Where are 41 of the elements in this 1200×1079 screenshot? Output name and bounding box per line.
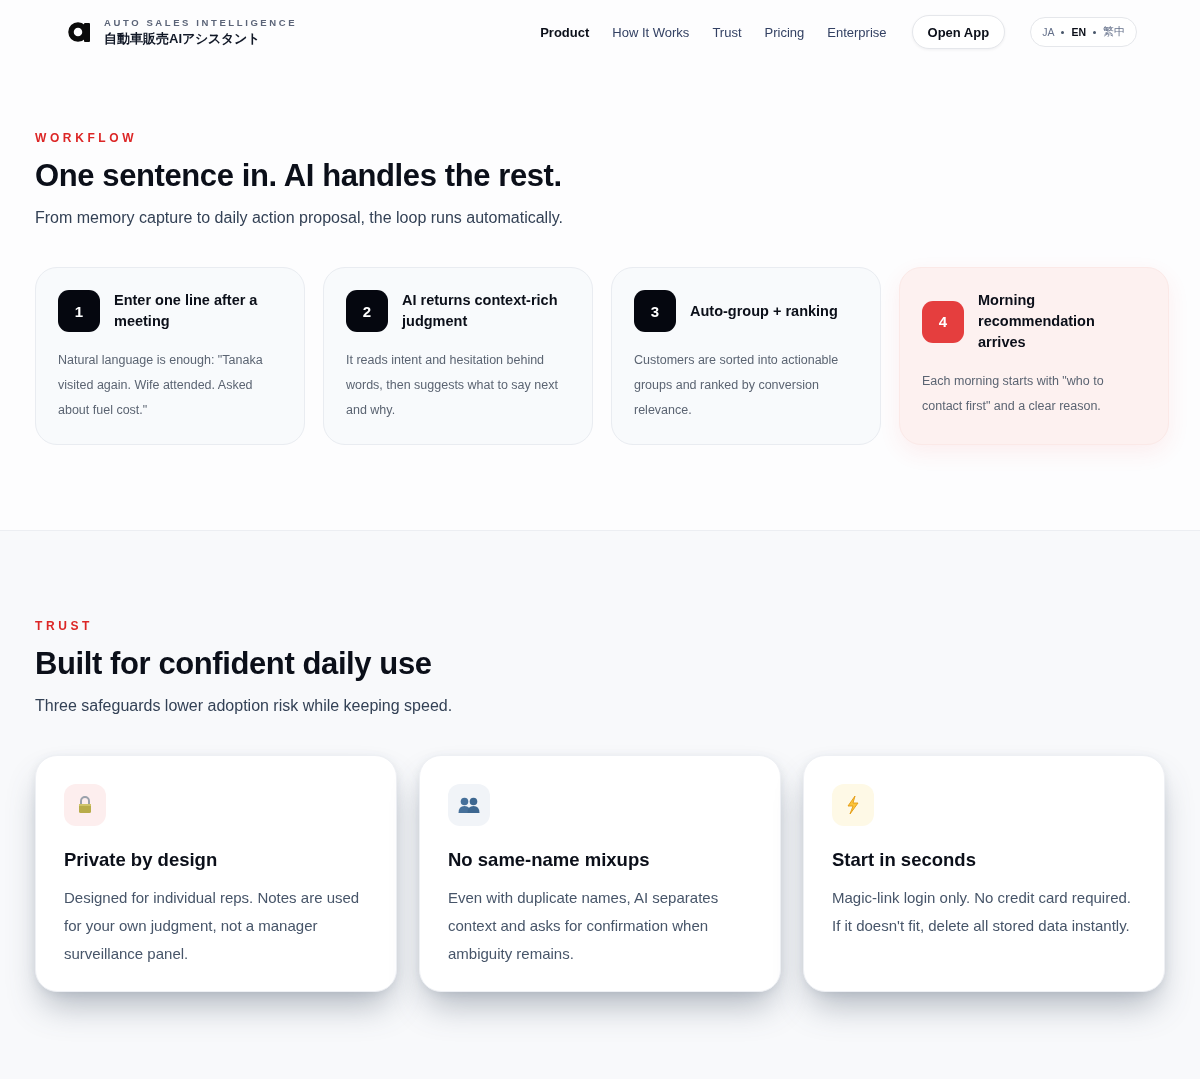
feature-description: Designed for individual reps. Notes are used for your own judgment, not a manager surveillance panel. bbox=[64, 888, 361, 964]
step-description: Each morning starts with "who to contact first" and a clear reason. bbox=[922, 373, 1105, 415]
lightning-bolt-icon bbox=[832, 784, 874, 826]
people-icon bbox=[448, 784, 490, 826]
nav-link[interactable]: Pricing bbox=[764, 24, 805, 40]
nav-link[interactable]: How It Works bbox=[612, 24, 690, 40]
language-option[interactable]: JA bbox=[1042, 26, 1055, 38]
lock-icon bbox=[64, 784, 106, 826]
step-title: Auto-group + ranking bbox=[690, 301, 838, 321]
feature-title: Private by design bbox=[64, 848, 219, 872]
section-eyebrow: WORKFLOW bbox=[35, 131, 139, 145]
nav-link[interactable]: Trust bbox=[712, 24, 742, 40]
section-eyebrow: TRUST bbox=[35, 619, 94, 633]
separator-dot-icon bbox=[1061, 30, 1065, 34]
feature-description: Even with duplicate names, AI separates context and asks for confirmation when ambiguity remains. bbox=[448, 888, 720, 964]
step-number-badge: 3 bbox=[634, 290, 676, 332]
step-description: It reads intent and hesitation behind words, then suggests what to say next and why. bbox=[346, 352, 559, 419]
step-title: Enter one line after a meeting bbox=[114, 291, 259, 331]
feature-title: Start in seconds bbox=[832, 848, 977, 872]
feature-title: No same-name mixups bbox=[448, 848, 651, 872]
separator-dot-icon bbox=[1093, 30, 1096, 34]
step-description: Customers are sorted into actionable groups and ranked by conversion relevance. bbox=[634, 352, 840, 419]
step-title: AI returns context-rich judgment bbox=[402, 291, 559, 331]
nav-link[interactable]: Product bbox=[540, 24, 590, 40]
nav-link[interactable]: Enterprise bbox=[827, 24, 887, 40]
step-number-badge: 2 bbox=[346, 290, 388, 332]
brand-name: 自動車販売AIアシスタント bbox=[104, 31, 261, 47]
section-subtitle: From memory capture to daily action proposal, the loop runs automatically. bbox=[35, 208, 564, 228]
language-option[interactable]: EN bbox=[1071, 26, 1086, 38]
step-number-badge: 4 bbox=[922, 300, 964, 343]
language-option[interactable]: 繁中 bbox=[1103, 25, 1125, 39]
brand-tagline: AUTO SALES INTELLIGENCE bbox=[104, 17, 298, 29]
section-subtitle: Three safeguards lower adoption risk while keeping speed. bbox=[35, 696, 454, 716]
section-heading: Built for confident daily use bbox=[35, 645, 433, 683]
feature-description: Magic-link login only. No credit card required. If it doesn't fit, delete all stored data instantly. bbox=[832, 888, 1133, 936]
step-title: Morning recommendation arrives bbox=[978, 291, 1096, 352]
logo-icon bbox=[68, 22, 90, 42]
step-number-badge: 1 bbox=[58, 290, 100, 332]
step-description: Natural language is enough: "Tanaka visited again. Wife attended. Asked about fuel cost." bbox=[58, 352, 264, 419]
open-app-button[interactable]: Open App bbox=[911, 15, 1006, 49]
section-heading: One sentence in. AI handles the rest. bbox=[35, 157, 563, 195]
